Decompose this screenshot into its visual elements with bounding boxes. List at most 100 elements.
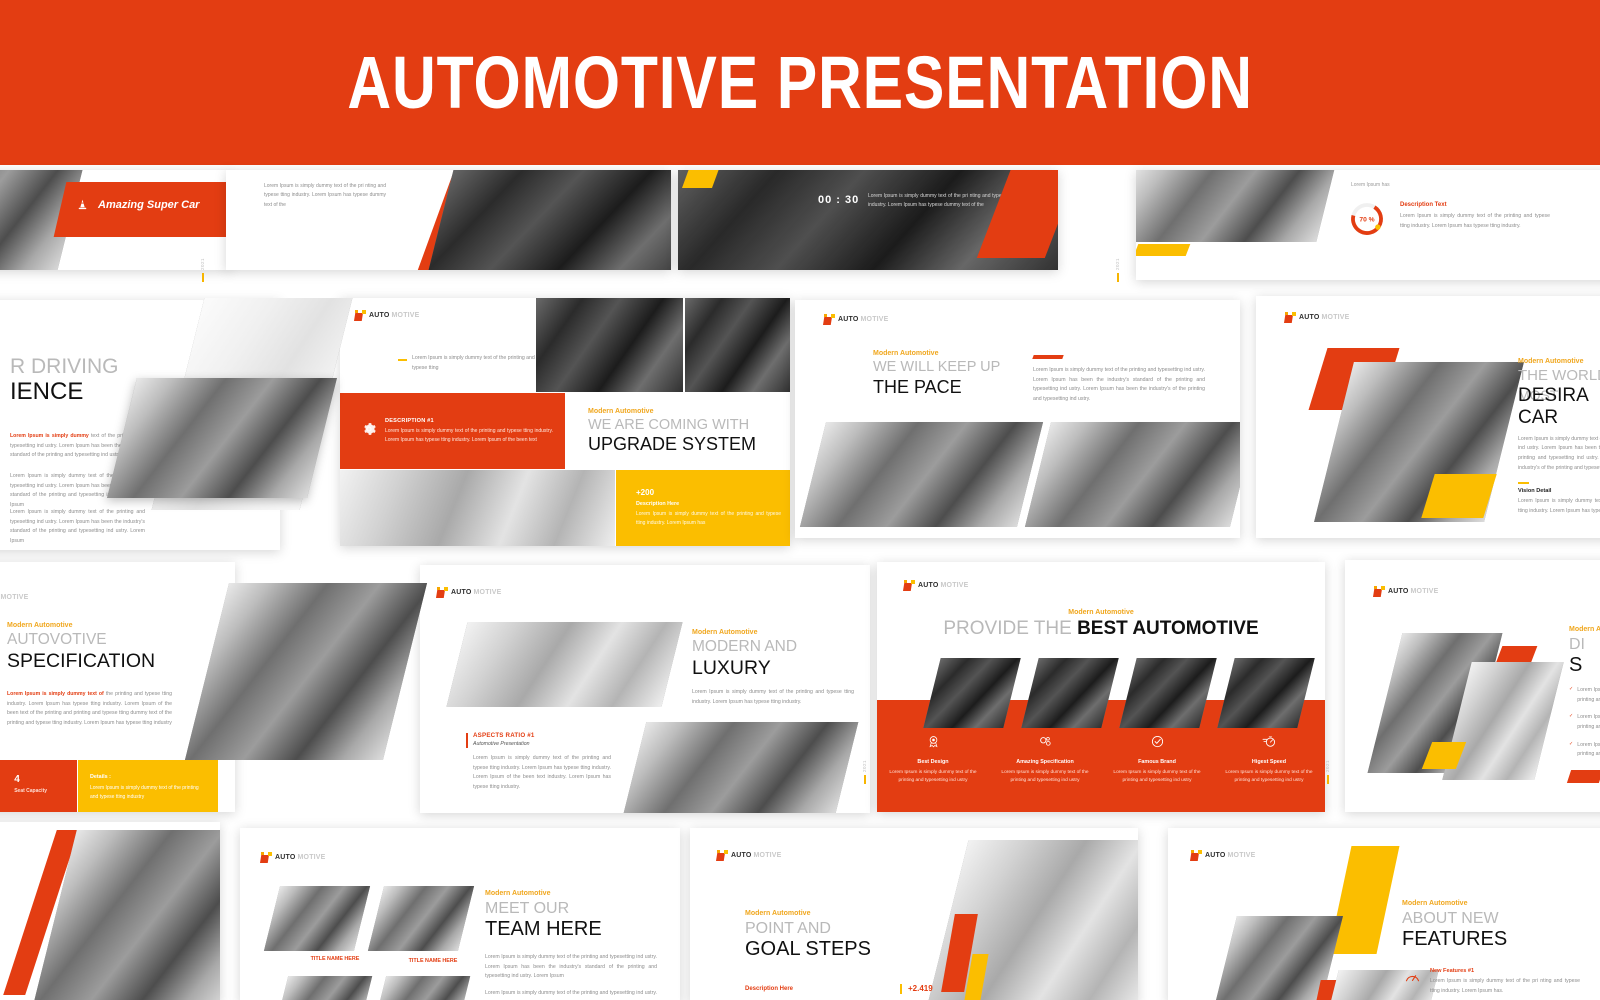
year-label: 2021	[862, 760, 867, 773]
spec-title-dark: SPECIFICATION	[7, 649, 156, 672]
logo-mark-icon	[1284, 312, 1297, 323]
feature-title: Higest Speed	[1251, 759, 1287, 765]
slide-upgrade-system[interactable]: AUTO MOTIVE Lorem Ipsum is simply dummy …	[340, 298, 790, 546]
brand-logo: AUTO MOTIVE	[903, 580, 969, 591]
logo-text-secondary: MOTIVE	[940, 582, 969, 589]
spec-stats-row: 3436 cc Description Here 90.0 Fuel Tank …	[0, 774, 47, 794]
slide-best-automotive[interactable]: AUTO MOTIVE Modern Automotive PROVIDE TH…	[877, 562, 1325, 812]
logo-text-primary: AUTO	[369, 312, 390, 319]
logo-text-secondary: MOTIVE	[297, 854, 326, 861]
logo-text-primary: AUTO	[1205, 852, 1226, 859]
upgrade-desc-title: DESCRIPTION #1	[385, 418, 434, 424]
spec-paragraph: Lorem Ipsum is simply dummy text of the …	[7, 691, 172, 726]
slide-modern-luxury[interactable]: AUTO MOTIVE Modern Automotive MODERN AND…	[420, 565, 870, 813]
desirable-detail-title: Vision Detail	[1518, 488, 1552, 495]
luxury-paragraph: Lorem Ipsum is simply dummy text of the …	[692, 689, 854, 705]
slide-desirable-car[interactable]: AUTO MOTIVE Modern Automotive THE WORLD …	[1256, 296, 1600, 538]
logo-mark-icon	[1190, 850, 1203, 861]
gear-icon	[364, 423, 376, 435]
presentation-preview-page: AUTOMOTIVE PRESENTATION Amazing Super Ca…	[0, 0, 1600, 1000]
best-eyebrow: Modern Automotive	[1068, 609, 1134, 616]
pace-paragraph: Lorem Ipsum is simply dummy text of the …	[1033, 367, 1205, 402]
slide-headlight[interactable]	[0, 822, 220, 1000]
logo-mark-icon	[903, 580, 916, 591]
slide-cover[interactable]: Amazing Super Car	[0, 170, 230, 270]
feature-body: Lorem Ipsum is simply dummy text of the …	[1113, 770, 1201, 784]
logo-text-primary: AUTO	[731, 852, 752, 859]
spec-eyebrow: Modern Automotive	[7, 622, 73, 629]
logo-text-secondary: MOTIVE	[860, 316, 889, 323]
features-item-body: Lorem Ipsum is simply dummy text of the …	[1430, 978, 1580, 994]
upgrade-photo-1	[536, 298, 683, 392]
logo-text-secondary: MOTIVE	[753, 852, 782, 859]
features-accent-yellow	[1328, 846, 1400, 954]
slide-detail-s[interactable]: AUTO MOTIVE Modern Automotive DI S ✓ Lor…	[1345, 560, 1600, 812]
driving-paragraph-3: Lorem Ipsum is simply dummy text of the …	[10, 509, 145, 544]
year-marker: 2021	[862, 760, 867, 785]
goal-title-dark: GOAL STEPS	[745, 938, 871, 961]
feature-title: Famous Brand	[1138, 759, 1176, 765]
slide-goal-steps[interactable]: AUTO MOTIVE Modern Automotive POINT AND …	[690, 828, 1138, 1000]
logo-text-secondary: MOTIVE	[1321, 314, 1350, 321]
slide-about-features[interactable]: AUTO MOTIVE Modern Automotive ABOUT NEW …	[1168, 828, 1600, 1000]
brand-logo: AUTO MOTIVE	[716, 850, 782, 861]
feature-title: Amazing Specification	[1016, 759, 1074, 765]
pace-title-dark: THE PACE	[873, 376, 962, 397]
goal-stat-tick	[900, 984, 903, 994]
slide-donut[interactable]: Lorem Ipsum has 70 % Description Text Lo…	[1136, 170, 1600, 280]
spec-photo	[184, 583, 428, 760]
team-eyebrow: Modern Automotive	[485, 890, 551, 897]
desirable-title-dark: DESIRA	[1518, 385, 1589, 406]
feature-item[interactable]: Amazing Specification Lorem Ipsum is sim…	[989, 734, 1101, 786]
best-features-row: Best Design Lorem Ipsum is simply dummy …	[877, 734, 1325, 786]
slide-specification[interactable]: AUTO MOTIVE Modern Automotive AUTOVOTIVE…	[0, 562, 235, 812]
upgrade-stat-body: Lorem Ipsum is simply dummy text of the …	[636, 511, 781, 526]
team-photo-4	[373, 976, 471, 1000]
team-member-name: TITLE NAME HERE	[408, 958, 458, 964]
detail-s-eyebrow: Modern Automotive	[1569, 626, 1600, 633]
year-label: 2021	[1115, 258, 1120, 271]
year-marker: 2021	[1325, 760, 1330, 785]
feature-item[interactable]: Best Design Lorem Ipsum is simply dummy …	[877, 734, 989, 786]
goal-title-light: POINT AND	[745, 920, 831, 937]
page-title: AUTOMOTIVE PRESENTATION	[347, 41, 1253, 124]
slide-intro[interactable]: Lorem Ipsum is simply dummy text of the …	[226, 170, 671, 270]
upgrade-title-light: WE ARE COMING WITH	[588, 417, 750, 433]
detail-s-title-light: DI	[1569, 636, 1585, 653]
detail-s-title-dark: S	[1569, 654, 1583, 677]
team-paragraph-1: Lorem Ipsum is simply dummy text of the …	[485, 954, 657, 980]
luxury-aspect-body: Lorem Ipsum is simply dummy text of the …	[473, 755, 611, 790]
year-tick	[1116, 273, 1119, 283]
brand-logo: AUTO MOTIVE	[260, 852, 326, 863]
spec-details-body: Lorem Ipsum is simply dummy text of the …	[90, 785, 199, 800]
logo-mark-icon	[436, 587, 449, 598]
goal-eyebrow: Modern Automotive	[745, 910, 811, 917]
feature-item[interactable]: Famous Brand Lorem Ipsum is simply dummy…	[1101, 734, 1213, 786]
feature-body: Lorem Ipsum is simply dummy text of the …	[1225, 770, 1313, 784]
desirable-title-light: THE WORLD	[1518, 367, 1600, 384]
luxury-aspect-bar	[466, 733, 469, 748]
logo-text-secondary: MOTIVE	[473, 589, 502, 596]
desirable-eyebrow: Modern Automotive	[1518, 358, 1584, 365]
spec-stat-item: 4 Seat Capacity	[14, 774, 47, 794]
slide-team[interactable]: AUTO MOTIVE TITLE NAME HERE TITLE NAME H…	[240, 828, 680, 1000]
team-paragraph-2: Lorem Ipsum is simply dummy text of the …	[485, 990, 657, 1000]
spec-details-title: Details :	[90, 774, 111, 780]
cover-badge-content: Amazing Super Car	[76, 198, 199, 211]
donut-accent-yellow	[1136, 244, 1191, 256]
logo-text-secondary: MOTIVE	[0, 594, 29, 601]
logo-text-primary: AUTO	[918, 582, 939, 589]
features-eyebrow: Modern Automotive	[1402, 900, 1468, 907]
gauge-icon	[1405, 975, 1420, 982]
upgrade-stat-value: +200	[636, 488, 655, 497]
features-title-light: ABOUT NEW	[1402, 910, 1499, 927]
upgrade-eyebrow: Modern Automotive	[588, 408, 654, 415]
pace-eyebrow: Modern Automotive	[873, 350, 939, 357]
slide-timer[interactable]: 00 : 30 Lorem Ipsum is simply dummy text…	[678, 170, 1058, 270]
driving-photo-front	[107, 378, 337, 498]
feature-item[interactable]: Higest Speed Lorem Ipsum is simply dummy…	[1213, 734, 1325, 786]
best-title-light: PROVIDE THE	[943, 618, 1078, 639]
goal-stat-value: +2.419	[908, 984, 933, 993]
upgrade-stat-label: Description Here	[636, 501, 680, 507]
slide-the-pace[interactable]: AUTO MOTIVE Modern Automotive WE WILL KE…	[795, 300, 1240, 538]
